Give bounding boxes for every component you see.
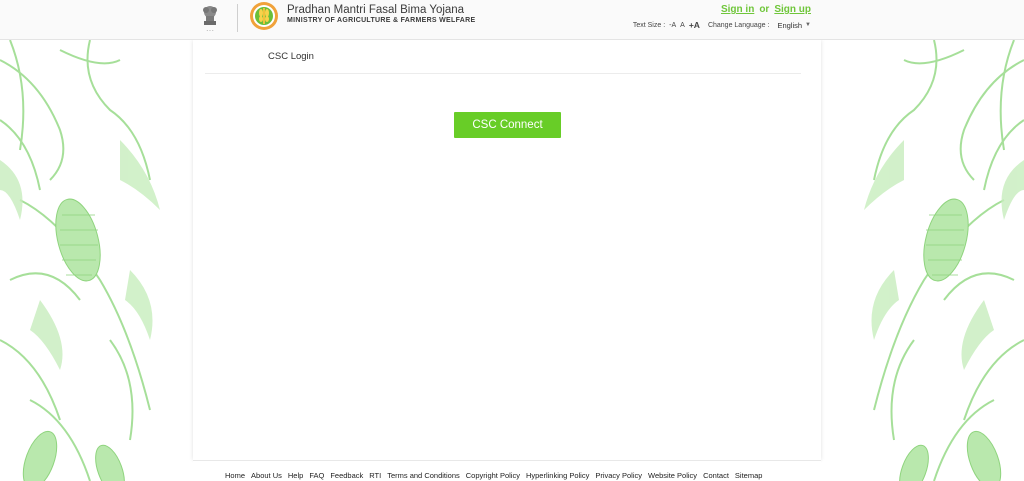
site-subtitle: MINISTRY OF AGRICULTURE & FARMERS WELFAR… bbox=[287, 17, 476, 24]
footer-link-home[interactable]: Home bbox=[225, 471, 245, 480]
footer-link-sitemap[interactable]: Sitemap bbox=[735, 471, 763, 480]
language-selected-value: English bbox=[777, 20, 803, 30]
footer-link-website-policy[interactable]: Website Policy bbox=[648, 471, 697, 480]
accessibility-tools: Text Size : -A A +A Change Language : En… bbox=[633, 20, 811, 30]
footer-link-privacy[interactable]: Privacy Policy bbox=[595, 471, 642, 480]
national-emblem-icon: - - - bbox=[203, 6, 217, 33]
sign-in-link[interactable]: Sign in bbox=[721, 4, 754, 15]
footer-links: Home About Us Help FAQ Feedback RTI Term… bbox=[225, 471, 762, 480]
footer-link-about-us[interactable]: About Us bbox=[251, 471, 282, 480]
header-divider bbox=[237, 4, 238, 32]
footer-link-terms[interactable]: Terms and Conditions bbox=[387, 471, 460, 480]
auth-or-text: or bbox=[759, 4, 770, 15]
text-decrease-button[interactable]: -A bbox=[669, 22, 676, 29]
site-header: - - - Pradhan Mantri Fasal Bima Yojana M… bbox=[0, 0, 1024, 40]
sign-up-link[interactable]: Sign up bbox=[774, 4, 811, 15]
corn-illustration-right bbox=[864, 40, 1024, 481]
chevron-down-icon: ▼ bbox=[805, 22, 811, 28]
text-normal-button[interactable]: A bbox=[680, 22, 685, 29]
footer-link-rti[interactable]: RTI bbox=[369, 471, 381, 480]
site-footer: Home About Us Help FAQ Feedback RTI Term… bbox=[193, 460, 821, 481]
text-size-label: Text Size : bbox=[632, 21, 666, 29]
auth-links: Sign in or Sign up bbox=[721, 4, 811, 15]
footer-link-help[interactable]: Help bbox=[288, 471, 303, 480]
footer-link-contact[interactable]: Contact bbox=[703, 471, 729, 480]
change-language-label: Change Language : bbox=[707, 21, 770, 29]
page-title: CSC Login bbox=[268, 51, 314, 62]
footer-link-hyperlinking[interactable]: Hyperlinking Policy bbox=[526, 471, 589, 480]
language-select[interactable]: English ▼ bbox=[777, 21, 811, 30]
right-crop-decoration bbox=[864, 40, 1024, 481]
svg-text:- - -: - - - bbox=[207, 28, 214, 33]
left-crop-decoration bbox=[0, 40, 160, 481]
footer-link-faq[interactable]: FAQ bbox=[309, 471, 324, 480]
pmfby-logo-icon bbox=[250, 2, 278, 30]
text-increase-button[interactable]: +A bbox=[689, 20, 700, 30]
card-divider bbox=[205, 73, 801, 74]
csc-connect-button[interactable]: CSC Connect bbox=[454, 112, 561, 138]
corn-illustration-left bbox=[0, 40, 160, 481]
csc-login-card: CSC Login CSC Connect bbox=[193, 40, 821, 460]
site-title: Pradhan Mantri Fasal Bima Yojana bbox=[287, 4, 465, 16]
footer-link-copyright[interactable]: Copyright Policy bbox=[466, 471, 520, 480]
footer-link-feedback[interactable]: Feedback bbox=[330, 471, 363, 480]
